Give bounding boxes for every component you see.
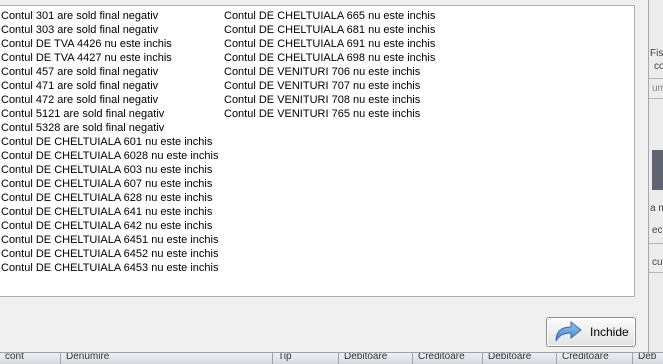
message-line: Contul 5121 are sold final negativ (1, 108, 165, 120)
message-line: Contul 5328 are sold final negativ (1, 122, 165, 134)
message-line: Contul DE CHELTUIALA 641 nu este inchis (1, 206, 213, 218)
arrow-return-icon (552, 319, 584, 345)
message-line: Contul 303 are sold final negativ (1, 24, 159, 36)
message-list-box[interactable]: Contul 301 are sold final negativ Contul … (0, 5, 635, 297)
grid-header-cell: Creditoare (418, 352, 465, 362)
message-line: Contul DE VENITURI 708 nu este inchis (224, 94, 421, 106)
message-line: Contul DE CHELTUIALA 665 nu este inchis (224, 10, 436, 22)
message-line: Contul DE VENITURI 765 nu este inchis (224, 108, 421, 120)
message-line: Contul DE CHELTUIALA 6028 nu este inchis (1, 150, 219, 162)
grid-header-cell: Creditoare (562, 352, 609, 362)
message-line: Contul DE CHELTUIALA 681 nu este inchis (224, 24, 436, 36)
grid-header-cell: Denumire (66, 352, 110, 362)
background-text-fragment: ec (652, 225, 663, 236)
dialog-top-strip (0, 0, 648, 4)
message-column-2: Contul DE CHELTUIALA 665 nu este inchis C… (224, 9, 435, 121)
message-line: Contul DE CHELTUIALA 698 nu este inchis (224, 52, 436, 64)
close-button[interactable]: Inchide (546, 317, 636, 347)
dialog-window: Contul 301 are sold final negativ Contul … (0, 0, 649, 353)
background-divider (649, 272, 663, 273)
background-text-fragment: cu (652, 257, 663, 268)
message-line: Contul DE TVA 4427 nu este inchis (1, 52, 172, 64)
background-grid-header: cont Denumire Tip Debitoare Creditoare D… (0, 352, 663, 364)
message-line: Contul DE VENITURI 707 nu este inchis (224, 80, 421, 92)
background-divider (649, 98, 663, 99)
message-line: Contul DE CHELTUIALA 691 nu este inchis (224, 38, 436, 50)
message-line: Contul 472 are sold final negativ (1, 94, 159, 106)
grid-header-cell: Tip (278, 352, 292, 362)
message-line: Contul DE CHELTUIALA 603 nu este inchis (1, 164, 213, 176)
background-divider (649, 78, 663, 79)
message-line: Contul 457 are sold final negativ (1, 66, 159, 78)
message-line: Contul 471 are sold final negativ (1, 80, 159, 92)
message-line: Contul DE CHELTUIALA 601 nu este inchis (1, 136, 213, 148)
background-text-fragment: um (652, 83, 663, 94)
close-button-label: Inchide (590, 325, 629, 339)
message-line: Contul DE CHELTUIALA 607 nu este inchis (1, 178, 213, 190)
grid-header-cell: Deb (638, 352, 657, 362)
message-line: Contul DE CHELTUIALA 6452 nu este inchis (1, 248, 219, 260)
background-text-fragment: a m (650, 203, 663, 214)
grid-header-cell: Debitoare (488, 352, 532, 362)
message-column-1: Contul 301 are sold final negativ Contul … (1, 9, 218, 275)
message-line: Contul 301 are sold final negativ (1, 10, 159, 22)
message-line: Contul DE CHELTUIALA 628 nu este inchis (1, 192, 213, 204)
grid-header-cell: cont (5, 352, 24, 362)
background-text-fragment: Fisc (650, 48, 663, 59)
message-line: Contul DE VENITURI 706 nu este inchis (224, 66, 421, 78)
background-text-fragment: co (654, 61, 663, 72)
background-divider (649, 243, 663, 244)
message-line: Contul DE CHELTUIALA 642 nu este inchis (1, 220, 213, 232)
grid-header-cell: Debitoare (344, 352, 388, 362)
message-line: Contul DE CHELTUIALA 6451 nu este inchis (1, 234, 219, 246)
message-line: Contul DE TVA 4426 nu este inchis (1, 38, 172, 50)
background-dark-panel (652, 150, 663, 190)
message-line: Contul DE CHELTUIALA 6453 nu este inchis (1, 262, 219, 274)
